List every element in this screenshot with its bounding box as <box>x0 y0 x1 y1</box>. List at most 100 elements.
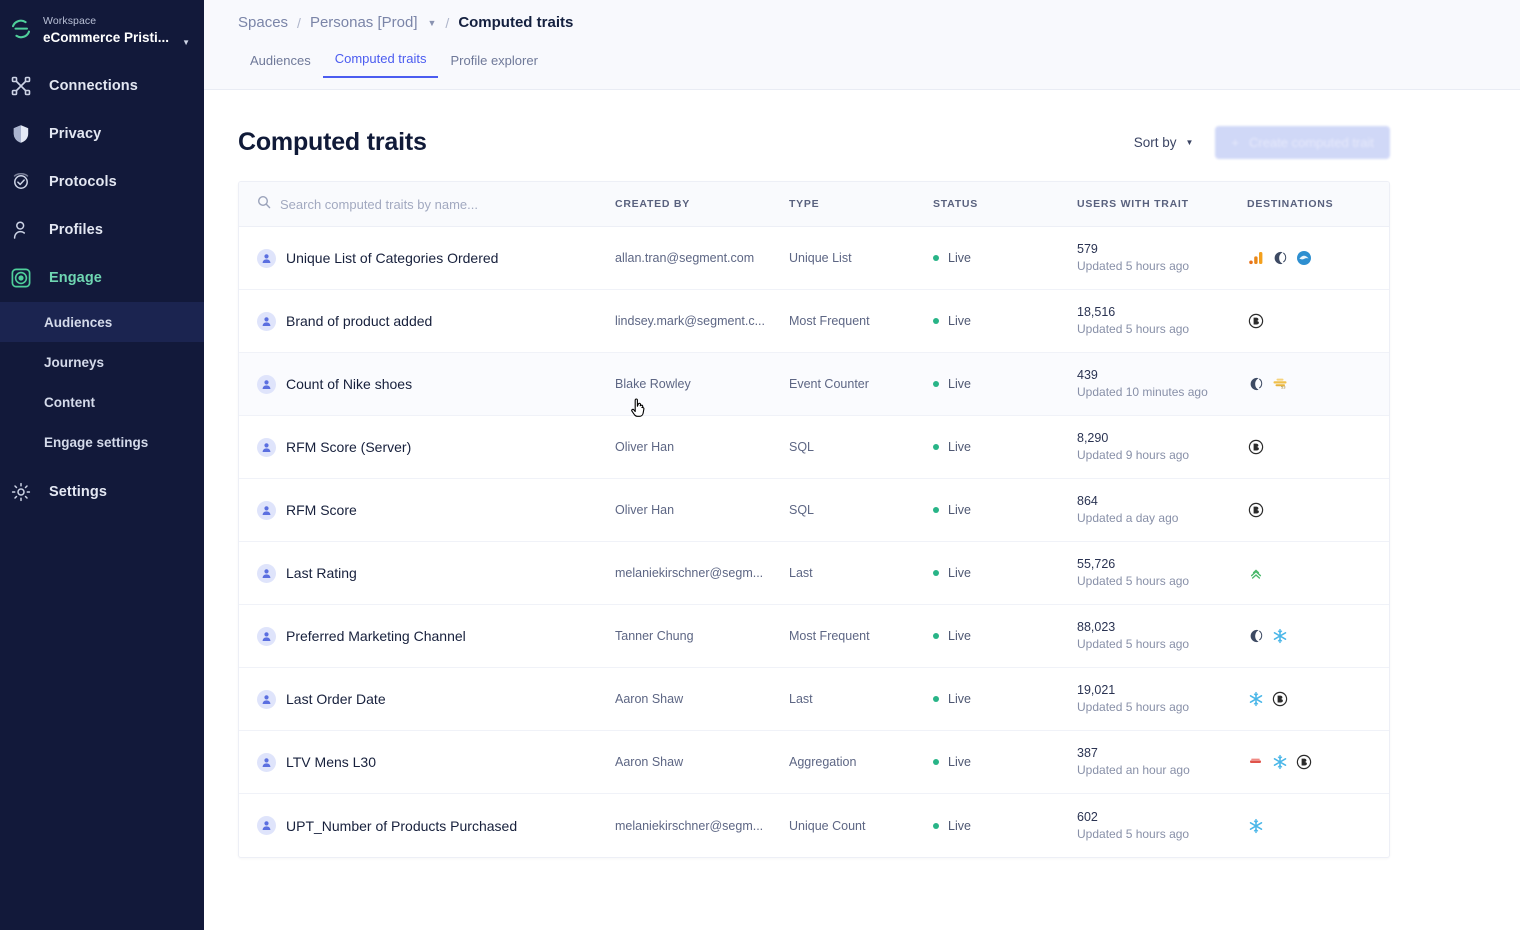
sidebar-item-audiences[interactable]: Audiences <box>0 302 204 342</box>
chevron-down-icon[interactable]: ▼ <box>427 18 437 28</box>
primary-nav: Connections Privacy Protocols Profiles E… <box>0 62 204 516</box>
destinations-cell <box>1247 565 1389 582</box>
status-label: Live <box>948 818 971 833</box>
destinations-cell <box>1247 817 1389 834</box>
updated-time: Updated 5 hours ago <box>1077 574 1190 589</box>
trait-name-cell[interactable]: Count of Nike shoes <box>239 374 615 394</box>
table-row[interactable]: Count of Nike shoes Blake Rowley Event Cou… <box>239 353 1389 416</box>
shield-icon <box>10 123 32 145</box>
sidebar-item-engage-settings[interactable]: Engage settings <box>0 422 204 462</box>
trait-type: Unique List <box>789 251 852 265</box>
trait-type: Unique Count <box>789 818 866 833</box>
sidebar-item-journeys[interactable]: Journeys <box>0 342 204 382</box>
breadcrumb: Spaces / Personas [Prod] ▼ / Computed tr… <box>204 0 1520 31</box>
sidebar-item-label: Engage <box>49 270 102 286</box>
computed-traits-table: CREATED BY TYPE STATUS USERS WITH TRAIT … <box>238 181 1390 858</box>
column-header-type[interactable]: TYPE <box>789 198 933 210</box>
table-row[interactable]: Last Rating melaniekirschner@segm... Last L… <box>239 542 1389 605</box>
trait-person-icon <box>257 689 276 709</box>
updated-time: Updated 9 hours ago <box>1077 448 1190 463</box>
table-row[interactable]: RFM Score Oliver Han SQL Live 864 Updated a d… <box>239 479 1389 542</box>
snowflake-icon <box>1271 754 1288 771</box>
sidebar-subitem-label: Engage settings <box>44 434 149 450</box>
trait-name-cell[interactable]: Preferred Marketing Channel <box>239 626 615 646</box>
table-header-row: CREATED BY TYPE STATUS USERS WITH TRAIT … <box>239 182 1389 227</box>
sidebar-item-settings[interactable]: Settings <box>0 468 204 516</box>
table-row[interactable]: Brand of product added lindsey.mark@segme… <box>239 290 1389 353</box>
status-label: Live <box>948 503 971 517</box>
sidebar-item-protocols[interactable]: Protocols <box>0 158 204 206</box>
trait-name-cell[interactable]: RFM Score <box>239 500 615 520</box>
breadcrumb-separator: / <box>445 14 450 31</box>
users-count: 55,726 <box>1077 557 1116 572</box>
breadcrumb-space[interactable]: Personas [Prod] <box>310 14 418 31</box>
trait-name-cell[interactable]: UPT_Number of Products Purchased <box>239 816 615 835</box>
sidebar-item-content[interactable]: Content <box>0 382 204 422</box>
sidebar-item-privacy[interactable]: Privacy <box>0 110 204 158</box>
trait-name-cell[interactable]: LTV Mens L30 <box>239 752 615 772</box>
sidebar-item-label: Connections <box>49 78 138 94</box>
moon-icon <box>1247 376 1264 393</box>
trait-name-cell[interactable]: Last Order Date <box>239 689 615 709</box>
updated-time: Updated 5 hours ago <box>1077 637 1190 652</box>
chevron-down-icon[interactable]: ▼ <box>182 38 190 47</box>
destinations-cell: 53 <box>1247 376 1389 393</box>
sort-by-label: Sort by <box>1133 135 1177 150</box>
trait-person-icon <box>257 500 276 520</box>
trait-name-cell[interactable]: RFM Score (Server) <box>239 437 615 457</box>
table-row[interactable]: RFM Score (Server) Oliver Han SQL Live 8,290… <box>239 416 1389 479</box>
braze-icon <box>1247 502 1264 519</box>
updated-time: Updated 5 hours ago <box>1077 259 1190 274</box>
updated-time: Updated 10 minutes ago <box>1077 385 1208 400</box>
workspace-label: Workspace <box>43 14 97 27</box>
breadcrumb-spaces[interactable]: Spaces <box>238 14 288 31</box>
users-with-trait: 18,516 Updated 5 hours ago <box>1077 304 1247 337</box>
create-computed-trait-button[interactable]: + Create computed trait <box>1215 126 1390 159</box>
trait-name-cell[interactable]: Unique List of Categories Ordered <box>239 248 615 268</box>
column-header-users[interactable]: USERS WITH TRAIT <box>1077 198 1247 210</box>
workspace-switcher[interactable]: Workspace eCommerce Pristi... ▼ <box>0 0 204 58</box>
column-header-status[interactable]: STATUS <box>933 198 1077 210</box>
trait-name-cell[interactable]: Brand of product added <box>239 311 615 331</box>
tab-audiences[interactable]: Audiences <box>238 53 323 78</box>
connections-icon <box>10 75 32 97</box>
sidebar-item-connections[interactable]: Connections <box>0 62 204 110</box>
column-header-destinations[interactable]: DESTINATIONS <box>1247 198 1389 210</box>
users-with-trait: 439 Updated 10 minutes ago <box>1077 367 1247 400</box>
trait-name: Last Rating <box>286 565 357 581</box>
status-badge: Live <box>933 251 1077 265</box>
green-tree-icon <box>1247 565 1264 582</box>
status-label: Live <box>948 377 971 391</box>
destinations-cell <box>1247 313 1389 330</box>
created-by: melaniekirschner@segm... <box>615 566 764 580</box>
sidebar-item-label: Profiles <box>49 222 103 238</box>
status-dot <box>933 696 939 702</box>
sidebar-item-engage[interactable]: Engage <box>0 254 204 302</box>
sidebar-subitem-label: Content <box>44 394 95 410</box>
app-root: Workspace eCommerce Pristi... ▼ Connecti… <box>0 0 1520 930</box>
table-row[interactable]: UPT_Number of Products Purchased melaniek… <box>239 794 1389 857</box>
trait-person-icon <box>257 626 276 646</box>
svg-text:53: 53 <box>1281 385 1286 390</box>
tab-computed-traits[interactable]: Computed traits <box>322 51 439 78</box>
page-actions: Sort by ▼ + Create computed trait <box>1134 126 1390 159</box>
sidebar-item-profiles[interactable]: Profiles <box>0 206 204 254</box>
table-row[interactable]: Unique List of Categories Ordered allan.t… <box>239 227 1389 290</box>
trait-person-icon <box>257 248 276 268</box>
users-count: 864 <box>1077 494 1098 509</box>
braze-icon <box>1247 439 1264 456</box>
trait-type: SQL <box>789 503 815 517</box>
tab-profile-explorer[interactable]: Profile explorer <box>438 53 549 78</box>
column-header-created-by[interactable]: CREATED BY <box>615 198 789 210</box>
plus-icon: + <box>1231 135 1239 150</box>
users-with-trait: 55,726 Updated 5 hours ago <box>1077 556 1247 589</box>
table-row[interactable]: LTV Mens L30 Aaron Shaw Aggregation Live 387… <box>239 731 1389 794</box>
table-row[interactable]: Last Order Date Aaron Shaw Last Live 19,021 U… <box>239 668 1389 731</box>
destinations-cell <box>1247 502 1389 519</box>
users-count: 602 <box>1077 809 1098 824</box>
protocols-icon <box>10 171 32 193</box>
sort-by-dropdown[interactable]: Sort by ▼ <box>1134 135 1194 150</box>
search-input[interactable] <box>280 196 570 212</box>
table-row[interactable]: Preferred Marketing Channel Tanner Chung M… <box>239 605 1389 668</box>
trait-name-cell[interactable]: Last Rating <box>239 563 615 583</box>
